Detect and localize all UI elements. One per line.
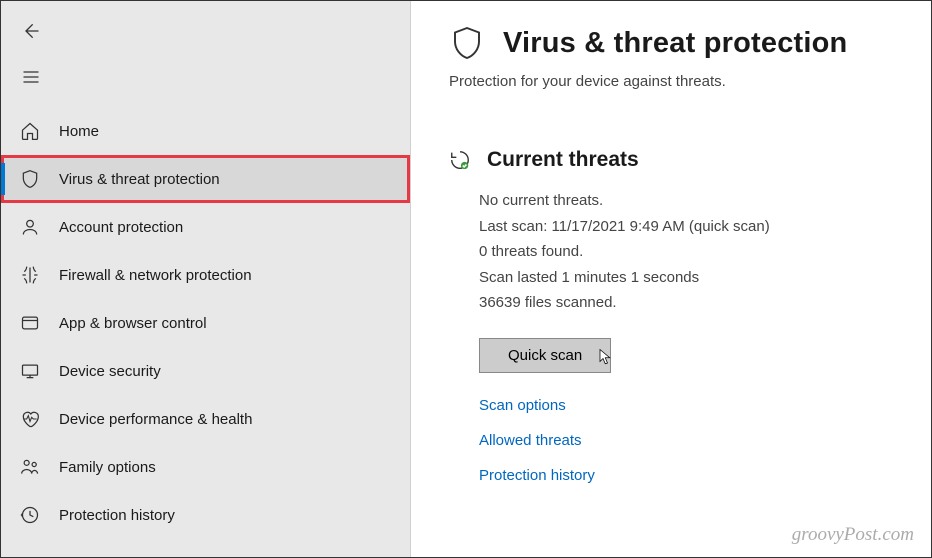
home-icon [19, 120, 41, 142]
sidebar-item-account[interactable]: Account protection [1, 203, 410, 251]
duration-line: Scan lasted 1 minutes 1 seconds [479, 265, 893, 291]
protection-history-link[interactable]: Protection history [479, 467, 893, 484]
sidebar-item-label: Home [59, 123, 99, 140]
sidebar-item-label: Device security [59, 363, 161, 380]
sidebar-item-firewall[interactable]: Firewall & network protection [1, 251, 410, 299]
files-scanned-line: 36639 files scanned. [479, 290, 893, 316]
hamburger-button[interactable] [15, 61, 47, 93]
sidebar-item-label: Family options [59, 459, 156, 476]
sidebar-item-label: App & browser control [59, 315, 207, 332]
watermark: groovyPost.com [792, 524, 914, 546]
shield-icon [19, 168, 41, 190]
threats-found-line: 0 threats found. [479, 239, 893, 265]
history-icon [19, 504, 41, 526]
sidebar-item-device-security[interactable]: Device security [1, 347, 410, 395]
quick-scan-button[interactable]: Quick scan [479, 338, 611, 373]
page-title: Virus & threat protection [503, 27, 847, 60]
account-icon [19, 216, 41, 238]
sidebar-item-label: Virus & threat protection [59, 171, 220, 188]
sidebar-item-label: Firewall & network protection [59, 267, 252, 284]
page-subtitle: Protection for your device against threa… [449, 73, 893, 90]
sidebar-item-label: Device performance & health [59, 411, 252, 428]
status-line: No current threats. [479, 188, 893, 214]
sidebar: Home Virus & threat protection Account p… [1, 1, 411, 557]
device-security-icon [19, 360, 41, 382]
threat-status: No current threats. Last scan: 11/17/202… [479, 188, 893, 316]
family-icon [19, 456, 41, 478]
last-scan-line: Last scan: 11/17/2021 9:49 AM (quick sca… [479, 214, 893, 240]
section-title: Current threats [487, 148, 639, 172]
sidebar-item-virus-threat[interactable]: Virus & threat protection [1, 155, 410, 203]
nav-list: Home Virus & threat protection Account p… [1, 107, 410, 557]
hamburger-icon [21, 67, 41, 87]
sidebar-item-protection-history[interactable]: Protection history [1, 491, 410, 539]
scan-status-icon [449, 149, 471, 171]
sidebar-item-label: Account protection [59, 219, 183, 236]
sidebar-item-label: Protection history [59, 507, 175, 524]
sidebar-item-family[interactable]: Family options [1, 443, 410, 491]
scan-options-link[interactable]: Scan options [479, 397, 893, 414]
back-arrow-icon [21, 21, 41, 41]
back-button[interactable] [15, 15, 47, 47]
firewall-icon [19, 264, 41, 286]
app-browser-icon [19, 312, 41, 334]
sidebar-item-performance[interactable]: Device performance & health [1, 395, 410, 443]
shield-icon [449, 25, 485, 61]
main-content: Virus & threat protection Protection for… [411, 1, 931, 557]
allowed-threats-link[interactable]: Allowed threats [479, 432, 893, 449]
sidebar-item-home[interactable]: Home [1, 107, 410, 155]
sidebar-item-app-browser[interactable]: App & browser control [1, 299, 410, 347]
heart-icon [19, 408, 41, 430]
